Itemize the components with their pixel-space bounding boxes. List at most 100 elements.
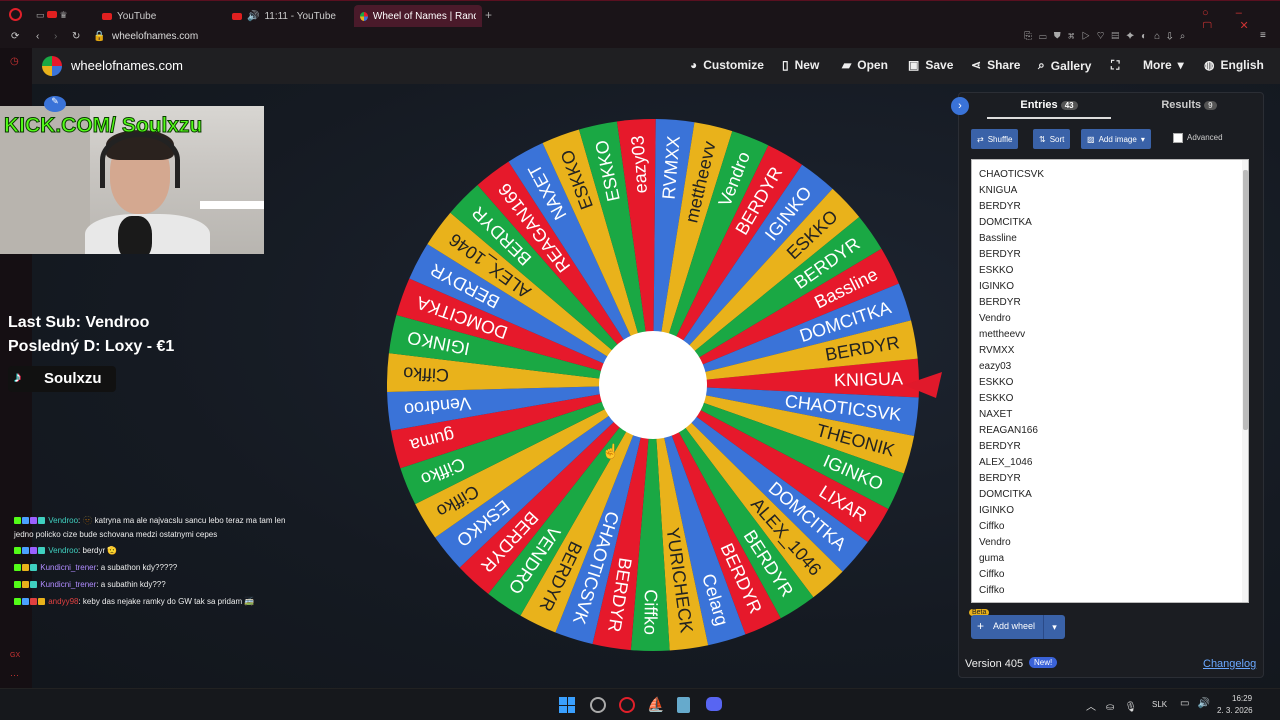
wheel-center[interactable] — [599, 331, 707, 439]
entry-row[interactable]: ESKKO — [972, 263, 1248, 279]
last-donation-label: Posledný D: Loxy - €1 — [8, 338, 175, 355]
fullscreen-button[interactable]: ⛶ — [1111, 58, 1119, 73]
entry-row[interactable]: RVMXX — [972, 343, 1248, 359]
entry-row[interactable]: BERDYR — [972, 199, 1248, 215]
notepad-icon[interactable] — [677, 697, 690, 713]
reload-icon[interactable]: ⟳ — [11, 31, 19, 42]
lock-icon: 🔒 — [93, 31, 106, 42]
entry-row[interactable]: Ciffko — [972, 583, 1248, 599]
entries-textarea[interactable]: CHAOTICSVK KNIGUA BERDYR DOMCITKA Bassline BE… — [971, 159, 1249, 603]
shuffle-button[interactable]: ⇄ Shuffle — [971, 129, 1019, 149]
back-icon[interactable]: ‹ — [36, 31, 39, 42]
gx-icon[interactable]: GX — [10, 652, 20, 659]
new-tab-button[interactable]: + — [485, 8, 492, 22]
more-icon[interactable]: ··· — [10, 670, 19, 680]
save-button[interactable]: ▣ Save — [908, 58, 953, 72]
entry-row[interactable]: ESKKO — [972, 391, 1248, 407]
wheel-icon — [360, 11, 368, 21]
entry-row[interactable]: IGINKO — [972, 279, 1248, 295]
menu-icon[interactable]: ≡ — [1260, 30, 1266, 41]
entry-row[interactable]: DOMCITKA — [972, 487, 1248, 503]
sort-button[interactable]: ⇅ Sort — [1033, 129, 1071, 149]
entry-list: CHAOTICSVK KNIGUA BERDYR DOMCITKA Bassline BE… — [972, 160, 1248, 599]
chat-message: Kundicni_trener: a subathon kdy????? — [14, 563, 177, 572]
tiktok-icon: ♪ — [14, 369, 22, 386]
changelog-link[interactable]: Changelog — [1203, 658, 1256, 670]
entry-row[interactable]: CHAOTICSVK — [972, 167, 1248, 183]
scrollbar[interactable] — [1242, 160, 1248, 602]
history-icon[interactable]: ◷ — [10, 56, 19, 67]
wheel-pointer-icon — [904, 372, 942, 398]
entry-row[interactable]: BERDYR — [972, 247, 1248, 263]
edit-icon[interactable]: ✎ — [44, 96, 66, 112]
entry-row[interactable]: NAXET — [972, 407, 1248, 423]
tab-youtube-1111[interactable]: 🔊 11:11 - YouTube — [226, 5, 342, 27]
entry-row[interactable]: ALEX_1046 — [972, 455, 1248, 471]
entry-row[interactable]: BERDYR — [972, 471, 1248, 487]
site-logo-icon[interactable] — [42, 56, 62, 76]
tiktok-handle: Soulxzu — [44, 370, 102, 387]
wheel-segment-label: KNIGUA — [834, 368, 904, 390]
gallery-button[interactable]: ⌕ Gallery — [1038, 58, 1091, 73]
new-button[interactable]: ▯ New — [782, 58, 819, 72]
share-button[interactable]: ⋖ Share — [971, 58, 1020, 72]
language-indicator[interactable]: SLK — [1152, 700, 1167, 709]
share-icon: ⋖ — [971, 58, 982, 72]
opera-logo-icon[interactable] — [9, 8, 22, 21]
add-image-button[interactable]: ▨ Add image ▾ — [1081, 129, 1151, 149]
more-button[interactable]: More ▾ — [1143, 58, 1184, 72]
language-button[interactable]: ◍ English — [1204, 58, 1264, 72]
customize-button[interactable]: ◕ Customize — [690, 58, 764, 72]
collapse-panel-button[interactable]: › — [951, 97, 969, 115]
add-wheel-button[interactable]: + Add wheel ▾ — [971, 615, 1065, 639]
url-field[interactable]: wheelofnames.com — [112, 31, 198, 42]
entry-row[interactable]: BERDYR — [972, 295, 1248, 311]
chat-message: Kundicni_trener: a subathin kdy??? — [14, 580, 166, 589]
clock-time[interactable]: 16:29 — [1232, 694, 1252, 703]
entry-row[interactable]: KNIGUA — [972, 183, 1248, 199]
tray-icons[interactable]: ︿⛀🎙 — [1086, 698, 1147, 713]
wheel-segment-label: Ciffko — [403, 363, 450, 385]
tab-entries[interactable]: Entries 43 — [987, 99, 1111, 119]
palette-icon: ◕ — [690, 58, 698, 72]
entry-row[interactable]: IGINKO — [972, 503, 1248, 519]
open-button[interactable]: ▰ Open — [842, 58, 888, 72]
entry-row[interactable]: Ciffko — [972, 567, 1248, 583]
steam-icon[interactable]: ⛵ — [647, 696, 664, 713]
tab-youtube[interactable]: YouTube — [96, 5, 162, 27]
webcam-overlay: KICK.COM/ Soulxzu — [0, 106, 264, 254]
entry-row[interactable]: eazy03 — [972, 359, 1248, 375]
entry-row[interactable]: Ciffko — [972, 519, 1248, 535]
site-title[interactable]: wheelofnames.com — [71, 58, 183, 73]
entry-row[interactable]: BERDYR — [972, 439, 1248, 455]
browser-tab-bar: ▭ ♛ YouTube 🔊 11:11 - YouTube Wheel of Na… — [0, 0, 1280, 32]
entry-row[interactable]: Vendro — [972, 311, 1248, 327]
entry-row[interactable]: DOMCITKA — [972, 215, 1248, 231]
refresh-icon[interactable]: ↻ — [72, 31, 80, 42]
entry-row[interactable]: mettheevv — [972, 327, 1248, 343]
wheel[interactable]: KNIGUACHAOTICSVKTHEONIKIGINKOLIXARDOMCIT… — [373, 105, 933, 665]
clock-date[interactable]: 2. 3. 2026 — [1217, 706, 1253, 715]
entry-row[interactable]: Bassline — [972, 231, 1248, 247]
scrollbar-thumb[interactable] — [1243, 170, 1248, 430]
app-icon[interactable] — [590, 697, 606, 713]
tab-strip-icons: ▭ ♛ — [36, 10, 68, 20]
entries-count-badge: 43 — [1060, 101, 1078, 110]
save-icon: ▣ — [908, 58, 920, 72]
advanced-checkbox[interactable] — [1173, 133, 1183, 143]
entry-row[interactable]: Vendro — [972, 535, 1248, 551]
entry-row[interactable]: guma — [972, 551, 1248, 567]
entry-row[interactable]: ESKKO — [972, 375, 1248, 391]
extensions-icons[interactable]: ⎘▭⛊⌘▷♡▤✦◐⌂⇩⌕ — [1024, 31, 1192, 42]
discord-icon[interactable] — [706, 697, 722, 711]
tab-results[interactable]: Results 9 — [1139, 99, 1239, 119]
file-icon: ▯ — [782, 58, 789, 72]
tab-wheel-of-names[interactable]: Wheel of Names | Randon — [354, 5, 482, 27]
caret-down-icon[interactable]: ▾ — [1043, 615, 1065, 639]
system-icons[interactable]: ▭🔊 — [1180, 698, 1218, 709]
forward-icon[interactable]: › — [54, 31, 57, 42]
opera-taskbar-icon[interactable] — [619, 697, 635, 713]
mouse-cursor-icon: ☝ — [602, 443, 620, 459]
windows-start-icon[interactable] — [559, 697, 575, 713]
entry-row[interactable]: REAGAN166 — [972, 423, 1248, 439]
